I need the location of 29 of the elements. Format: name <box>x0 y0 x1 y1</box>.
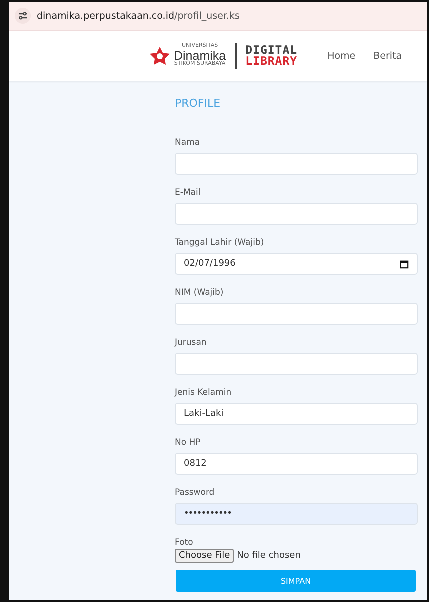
input-field[interactable]: 0812 <box>175 453 418 475</box>
input-field[interactable] <box>175 153 418 175</box>
site-settings-icon[interactable] <box>15 8 31 24</box>
date-field[interactable]: 02/07/1996 <box>175 253 418 275</box>
field-label: Foto <box>175 538 194 548</box>
choose-file-button[interactable]: Choose File <box>175 549 234 563</box>
input-field[interactable] <box>175 203 418 225</box>
input-field[interactable] <box>175 303 418 325</box>
calendar-icon[interactable] <box>400 260 409 268</box>
field-label: Password <box>175 488 216 498</box>
password-field[interactable]: ••••••••••• <box>175 503 418 525</box>
file-status: No file chosen <box>237 551 301 561</box>
field-label: Jenis Kelamin <box>175 388 233 398</box>
input-field[interactable] <box>175 353 418 375</box>
nav-link[interactable]: Berita <box>374 50 402 62</box>
logo-title: LIBRARY <box>246 56 298 68</box>
page-title: PROFILE <box>175 97 222 110</box>
field-label: No HP <box>175 438 202 448</box>
field-label: Tanggal Lahir (Wajib) <box>175 238 266 248</box>
star-logo-icon <box>149 46 171 66</box>
field-label: Jurusan <box>175 338 208 348</box>
url-text[interactable]: dinamika.perpustakaan.co.id/profil_user.ks <box>37 10 240 22</box>
input-field[interactable]: Laki-Laki <box>175 403 418 425</box>
field-label: Nama <box>175 138 202 148</box>
field-label: E-Mail <box>175 188 202 198</box>
nav-link[interactable]: Home <box>328 50 356 62</box>
logo-name: Dinamika <box>174 50 226 62</box>
field-label: NIM (Wajib) <box>175 288 225 298</box>
logo-title: DIGITAL <box>246 44 298 56</box>
